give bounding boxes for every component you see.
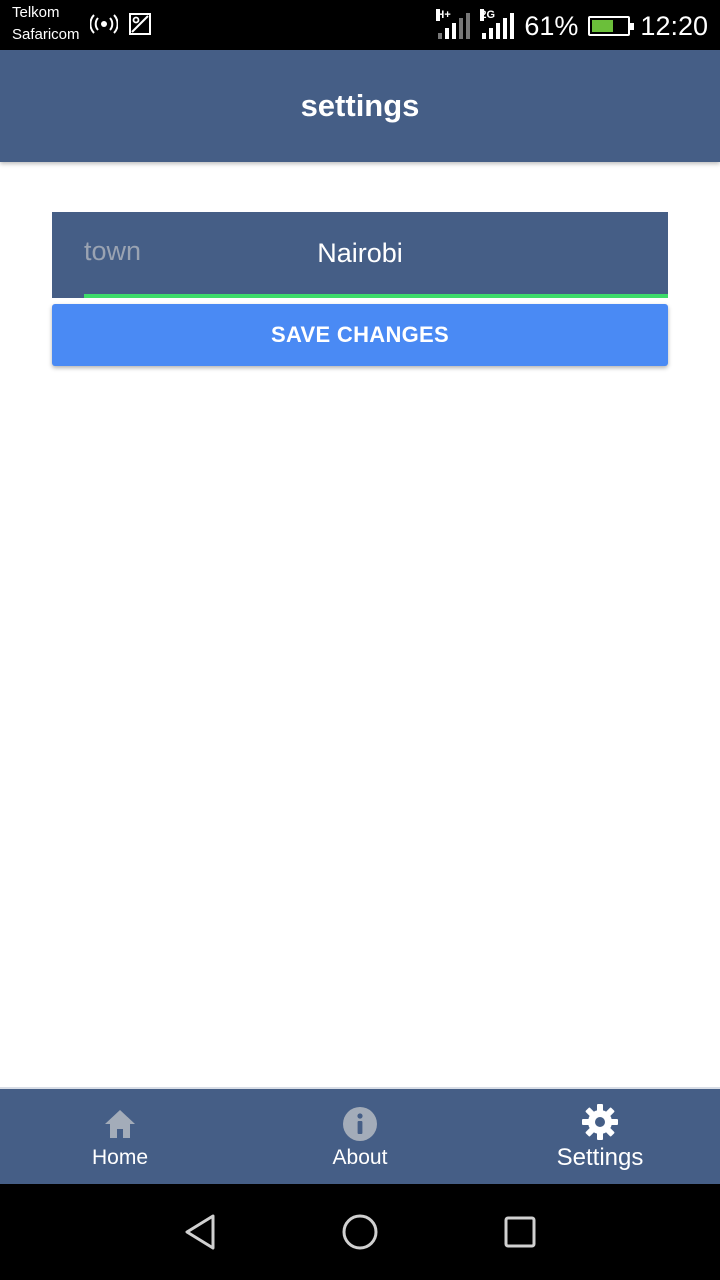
- input-focus-underline: [84, 294, 668, 298]
- status-right: H+ 2G 61% 12:20: [436, 6, 708, 46]
- notification-icons: [89, 12, 152, 41]
- clock: 12:20: [640, 10, 708, 41]
- back-triangle-icon: [185, 1214, 215, 1250]
- home-nav-button[interactable]: [320, 1192, 400, 1272]
- page-title: settings: [300, 88, 420, 123]
- tab-settings[interactable]: Settings: [480, 1089, 720, 1184]
- hotspot-icon: [89, 14, 119, 39]
- back-button[interactable]: [160, 1192, 240, 1272]
- signal-1-icon: H+: [436, 9, 471, 39]
- tab-about[interactable]: About: [240, 1089, 480, 1184]
- system-nav-bar: [0, 1184, 720, 1280]
- home-circle-icon: [342, 1214, 378, 1250]
- gear-icon: [581, 1102, 619, 1142]
- town-label: town: [84, 236, 142, 266]
- battery-icon: [588, 16, 635, 36]
- carrier-2: Safaricom: [12, 26, 80, 43]
- image-icon: [128, 12, 152, 41]
- battery-percent: 61%: [524, 10, 579, 41]
- town-input[interactable]: [232, 230, 488, 276]
- town-field[interactable]: town: [52, 212, 668, 298]
- recents-square-icon: [504, 1216, 536, 1248]
- tab-about-label: About: [332, 1145, 388, 1169]
- carrier-names: Telkom Safaricom: [12, 2, 80, 46]
- info-icon: [342, 1104, 378, 1144]
- status-bar: Telkom Safaricom H+ 2G 61% 12:20: [0, 0, 720, 50]
- tab-settings-label: Settings: [556, 1143, 644, 1171]
- home-icon: [103, 1104, 137, 1144]
- network-2-label: 2G: [480, 9, 496, 21]
- app-bar: settings: [0, 50, 720, 162]
- carrier-1: Telkom: [12, 4, 60, 21]
- recents-button[interactable]: [480, 1192, 560, 1272]
- save-changes-button[interactable]: SAVE CHANGES: [52, 304, 668, 366]
- signal-2-icon: 2G: [480, 9, 515, 39]
- network-1-label: H+: [436, 9, 451, 21]
- tab-home[interactable]: Home: [0, 1089, 240, 1184]
- bottom-tab-bar: Home About Settings: [0, 1087, 720, 1184]
- tab-home-label: Home: [91, 1145, 149, 1169]
